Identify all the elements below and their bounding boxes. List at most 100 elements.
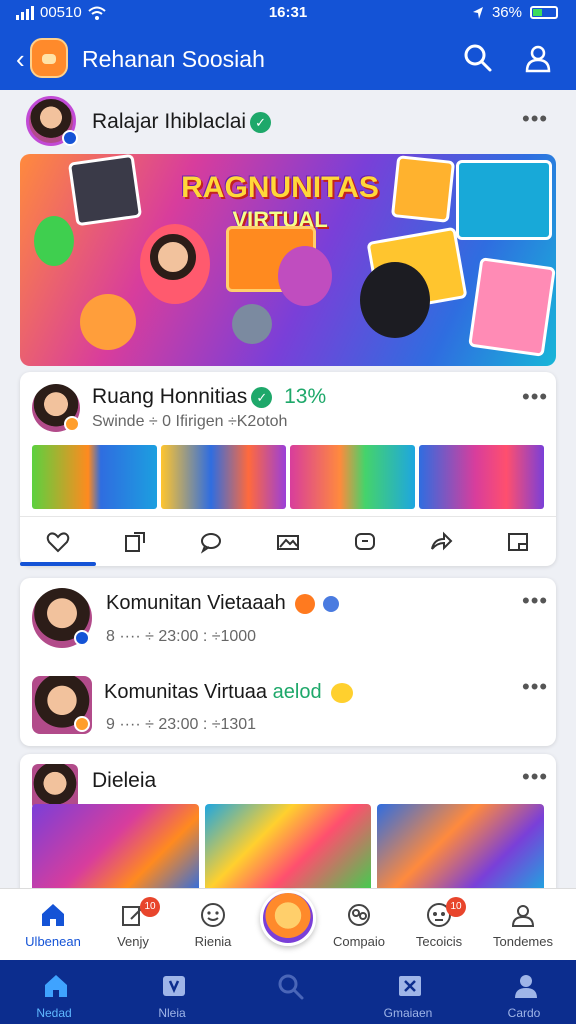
list-item-title-row: Komunitas Virtuaa aelod <box>104 681 354 704</box>
list-item-name[interactable]: Komunitan Vietaaah <box>106 592 286 614</box>
monster-illustration <box>34 216 74 266</box>
tab-label: Rienia <box>194 934 232 949</box>
character-woman-illustration <box>360 262 430 338</box>
photo-card <box>67 154 143 227</box>
gallery-title[interactable]: Dieleia <box>92 769 156 793</box>
search-icon[interactable] <box>462 42 494 74</box>
community-card[interactable]: Ruang Honnitias ✓ 13% Swinde ÷ 0 Ifirigen… <box>20 372 556 566</box>
character-boy-illustration <box>80 294 136 350</box>
more-options-icon[interactable]: ••• <box>522 384 548 410</box>
list-item-title-row: Komunitan Vietaaah <box>106 592 339 615</box>
more-options-icon[interactable]: ••• <box>522 588 548 614</box>
back-arrow-icon[interactable]: ‹ <box>16 44 25 75</box>
cat-illustration <box>232 304 272 344</box>
community-percent: 13% <box>284 385 327 408</box>
user-icon <box>515 975 537 998</box>
tab-reactions[interactable]: Rienia <box>168 889 258 961</box>
group-icon <box>348 904 370 926</box>
tab-profile[interactable]: Tondemes <box>478 889 568 961</box>
battery-icon <box>530 6 558 19</box>
tab-label: Venjy <box>117 934 149 949</box>
post-action-bar <box>20 516 556 566</box>
active-action-indicator <box>20 562 96 566</box>
gallery-image[interactable] <box>32 804 199 890</box>
more-options-icon[interactable]: ••• <box>522 674 548 700</box>
profile-icon <box>511 905 535 927</box>
smile-icon <box>201 903 225 927</box>
community-thumbnails <box>32 445 544 509</box>
nav-label: Nleia <box>158 1006 186 1020</box>
list-item-meta: 8 ···· ÷ 23:00 : ÷1000 <box>106 628 257 645</box>
gallery-image[interactable] <box>204 804 372 890</box>
community-name[interactable]: Ruang Honnitias <box>92 385 247 408</box>
nav-games[interactable]: Gmaiaen <box>358 960 458 1024</box>
comment-icon[interactable] <box>198 529 224 555</box>
post-author-row: Ralajar Ihiblaclai ✓ <box>92 110 272 134</box>
post-hero-image[interactable]: RAGNUNITAS VIRTUAL <box>20 154 556 366</box>
more-options-icon[interactable]: ••• <box>522 764 548 790</box>
message-icon[interactable] <box>352 529 378 555</box>
tab-community[interactable]: Compaio <box>314 889 404 961</box>
forward-icon[interactable] <box>428 529 454 555</box>
gallery-icon[interactable] <box>275 529 301 555</box>
tab-label: Tecoicis <box>415 934 463 949</box>
community-meta: Swinde ÷ 0 Ifirigen ÷K2otoh <box>92 413 288 430</box>
home-icon <box>45 975 67 997</box>
avatar-badge <box>62 130 78 146</box>
bear-card <box>390 155 456 223</box>
thumbnail[interactable] <box>32 445 157 509</box>
avatar-badge <box>74 716 90 732</box>
bookmark-icon[interactable] <box>505 529 531 555</box>
nav-home[interactable]: Nedad <box>4 960 104 1024</box>
location-icon <box>472 6 483 19</box>
community-name-row: Ruang Honnitias ✓ 13% <box>92 385 326 409</box>
badge-icon <box>295 593 316 614</box>
character-face <box>150 234 196 280</box>
gallery-card: Dieleia ••• <box>20 754 556 890</box>
nav-profile[interactable]: Cardo <box>474 960 574 1024</box>
profile-icon[interactable] <box>522 42 554 74</box>
photo-card-girl <box>456 160 552 240</box>
thumbnail[interactable] <box>419 445 544 509</box>
gallery-image[interactable] <box>377 804 545 890</box>
nav-video[interactable]: Nleia <box>122 960 222 1024</box>
create-post-avatar-button[interactable] <box>260 890 316 946</box>
tab-edit[interactable]: 10 Venjy <box>88 889 178 961</box>
post-author-name[interactable]: Ralajar Ihiblaclai <box>92 110 246 133</box>
character-girl-2-illustration <box>278 246 332 306</box>
notification-badge: 10 <box>140 897 160 917</box>
thumbnail[interactable] <box>161 445 286 509</box>
notification-badge: 10 <box>446 897 466 917</box>
home-icon <box>42 904 64 926</box>
gallery-images <box>32 804 545 890</box>
tab-label: Ulbenean <box>25 934 81 949</box>
tab-label: Compaio <box>332 934 386 949</box>
search-icon <box>278 974 304 1000</box>
nav-label: Gmaiaen <box>383 1006 433 1020</box>
hero-title-text: RAGNUNITAS <box>181 171 379 204</box>
avatar-badge <box>64 416 80 432</box>
list-item-name[interactable]: Komunitas Virtuaa <box>104 681 267 703</box>
bottom-navigation-bar: Nedad Nleia Gmaiaen Cardo <box>0 960 576 1024</box>
share-square-icon[interactable] <box>122 529 148 555</box>
status-bar: 00510 16:31 36% <box>0 0 576 26</box>
avatar-badge <box>74 630 90 646</box>
photo-card-girl-2 <box>468 257 556 357</box>
more-options-icon[interactable]: ••• <box>522 106 548 132</box>
app-bar: ‹ Rehanan Soosiah <box>0 26 576 90</box>
list-item-tag: aelod <box>272 681 322 703</box>
heart-icon[interactable] <box>45 529 71 555</box>
x-box-icon <box>399 976 421 996</box>
tab-home[interactable]: Ulbenean <box>8 889 98 961</box>
video-icon <box>163 976 185 996</box>
verified-icon <box>322 595 339 612</box>
nav-label: Nedad <box>36 1006 72 1020</box>
battery-percent: 36% <box>491 4 522 21</box>
tab-label: Tondemes <box>493 934 553 949</box>
tab-faces[interactable]: 10 Tecoicis <box>394 889 484 961</box>
verified-icon: ✓ <box>251 386 273 408</box>
feed[interactable]: Ralajar Ihiblaclai ✓ ••• RAGNUNITAS VIRTUA… <box>0 90 576 890</box>
thumbnail[interactable] <box>290 445 415 509</box>
nav-search[interactable] <box>238 960 338 1024</box>
nav-label: Cardo <box>507 1006 541 1020</box>
